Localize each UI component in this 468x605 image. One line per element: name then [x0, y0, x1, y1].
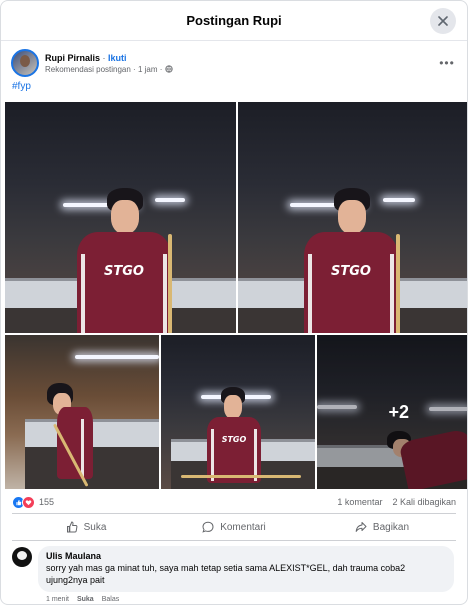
more-options-button[interactable]: •••: [437, 53, 457, 73]
reaction-icons[interactable]: [12, 495, 35, 509]
thumbs-up-icon: [66, 521, 78, 533]
post-meta: Rekomendasi postingan · 1 jam ·: [45, 64, 163, 74]
hashtag-link[interactable]: #fyp: [12, 81, 31, 92]
share-arrow-icon: [355, 522, 367, 532]
comment-count[interactable]: 1 komentar: [337, 497, 382, 507]
close-icon: [438, 16, 448, 26]
post-photo-4[interactable]: STGO: [161, 335, 315, 489]
commenter-name[interactable]: Ulis Maulana: [46, 550, 444, 562]
comment-time[interactable]: 1 menit: [46, 596, 69, 603]
more-photos-overlay[interactable]: +2: [317, 335, 467, 489]
post-photo-5[interactable]: +2: [317, 335, 467, 489]
comment-actions: 1 menit Suka Balas: [46, 596, 119, 603]
comment-bubble-icon: [202, 521, 214, 533]
share-count[interactable]: 2 Kali dibagikan: [392, 497, 456, 507]
more-photos-count: +2: [388, 402, 409, 422]
heart-icon: [22, 495, 35, 509]
jacket-logo-text: STGO: [104, 264, 144, 279]
comment-like-button[interactable]: Suka: [77, 596, 94, 603]
post-header: Rupi Pirnalis · Ikuti Rekomendasi postin…: [11, 47, 457, 79]
like-button[interactable]: Suka: [12, 514, 160, 540]
comment-button-label: Komentari: [220, 521, 266, 533]
post-action-bar: Suka Komentari Bagikan: [12, 513, 456, 541]
more-options-icon: •••: [439, 56, 455, 70]
post-photo-3[interactable]: [5, 335, 159, 489]
author-avatar[interactable]: [11, 49, 39, 77]
post-photo-1[interactable]: STGO: [5, 102, 236, 333]
close-button[interactable]: [430, 8, 456, 34]
author-name[interactable]: Rupi Pirnalis: [45, 53, 100, 63]
modal-header: Postingan Rupi: [1, 1, 467, 41]
jacket-logo-text: STGO: [221, 435, 247, 444]
post-modal: Postingan Rupi Rupi Pirnalis · Ikuti Rek…: [0, 0, 468, 605]
comment-reply-button[interactable]: Balas: [102, 596, 120, 603]
jacket-logo-text: STGO: [331, 264, 371, 279]
globe-icon: [165, 65, 174, 73]
comment-button[interactable]: Komentari: [160, 514, 308, 540]
comment-bubble: Ulis Maulana sorry yah mas ga minat tuh,…: [38, 546, 454, 592]
comment-text: sorry yah mas ga minat tuh, saya mah tet…: [46, 563, 406, 585]
reaction-count[interactable]: 155: [39, 497, 54, 507]
follow-link[interactable]: Ikuti: [108, 53, 127, 63]
modal-title: Postingan Rupi: [186, 13, 282, 28]
reactions-summary: 155 1 komentar 2 Kali dibagikan: [12, 495, 456, 509]
like-button-label: Suka: [83, 521, 107, 533]
commenter-avatar[interactable]: [12, 547, 32, 567]
separator-dot: ·: [102, 52, 106, 63]
share-button-label: Bagikan: [372, 521, 410, 533]
share-button[interactable]: Bagikan: [308, 514, 456, 540]
post-photo-2[interactable]: STGO: [238, 102, 467, 333]
